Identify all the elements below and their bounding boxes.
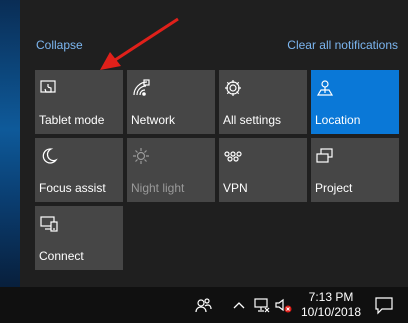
tile-all-settings[interactable]: All settings xyxy=(219,70,307,134)
tile-label: VPN xyxy=(223,181,248,195)
action-center-button[interactable] xyxy=(366,287,408,323)
vpn-icon xyxy=(223,146,243,166)
tile-night-light[interactable]: Night light xyxy=(127,138,215,202)
collapse-link[interactable]: Collapse xyxy=(36,38,83,52)
taskbar: 7:13 PM 10/10/2018 xyxy=(0,287,408,323)
tile-vpn[interactable]: VPN xyxy=(219,138,307,202)
tile-label: Network xyxy=(131,113,176,127)
connect-icon xyxy=(39,214,59,234)
moon-icon xyxy=(39,146,59,166)
tile-label: All settings xyxy=(223,113,282,127)
sun-icon xyxy=(131,146,151,166)
taskbar-clock[interactable]: 7:13 PM 10/10/2018 xyxy=(299,290,363,320)
tile-label: Project xyxy=(315,181,353,195)
location-icon xyxy=(315,78,335,98)
tile-label: Focus assist xyxy=(39,181,106,195)
settings-gear-icon xyxy=(223,78,243,98)
network-icon xyxy=(131,78,151,98)
action-center-header: Collapse Clear all notifications xyxy=(36,38,398,54)
project-icon xyxy=(315,146,335,166)
action-center-panel: Collapse Clear all notifications Tablet … xyxy=(20,0,408,287)
tile-tablet-mode[interactable]: Tablet mode xyxy=(35,70,123,134)
tile-label: Tablet mode xyxy=(39,113,105,127)
desktop-background xyxy=(0,0,20,287)
tile-location[interactable]: Location xyxy=(311,70,399,134)
tile-label: Location xyxy=(315,113,361,127)
tile-project[interactable]: Project xyxy=(311,138,399,202)
chevron-up-icon[interactable] xyxy=(230,296,248,314)
volume-muted-icon[interactable] xyxy=(274,296,292,314)
clear-all-notifications-link[interactable]: Clear all notifications xyxy=(287,38,398,52)
clock-date: 10/10/2018 xyxy=(300,305,362,319)
tablet-mode-icon xyxy=(39,78,59,98)
tile-connect[interactable]: Connect xyxy=(35,206,123,270)
people-icon[interactable] xyxy=(194,296,212,314)
tile-network[interactable]: Network xyxy=(127,70,215,134)
tile-focus-assist[interactable]: Focus assist xyxy=(35,138,123,202)
action-center-icon xyxy=(375,297,393,315)
tile-label: Night light xyxy=(131,181,185,195)
clock-time: 7:13 PM xyxy=(308,290,354,304)
tile-label: Connect xyxy=(39,249,84,263)
network-disconnected-icon[interactable] xyxy=(253,296,271,314)
